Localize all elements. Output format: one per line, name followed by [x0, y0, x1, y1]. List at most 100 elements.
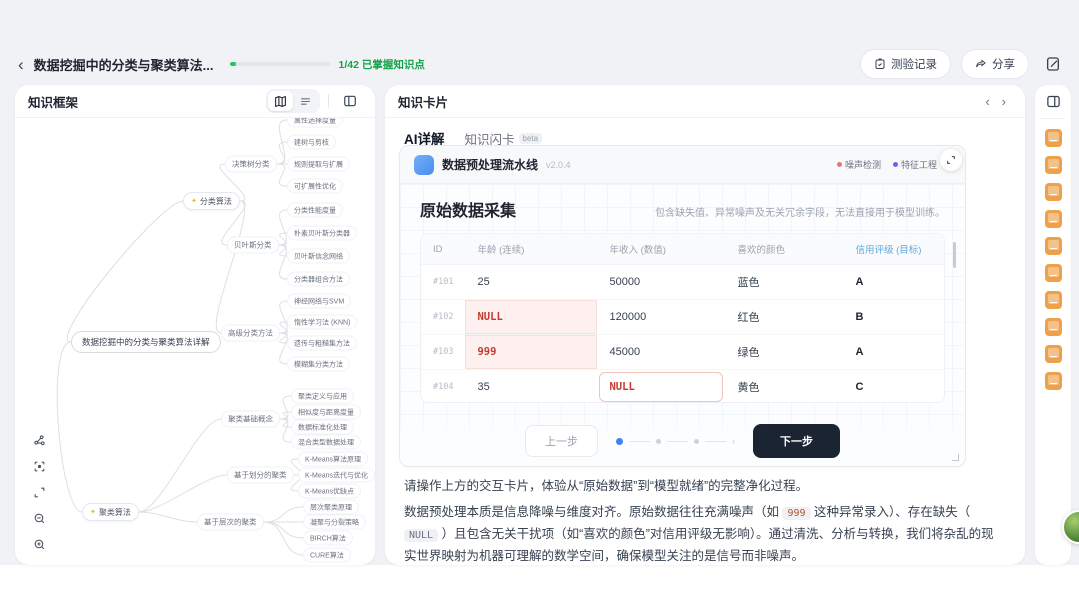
fullscreen-button[interactable] [33, 486, 46, 499]
mindmap-node-l11[interactable]: 遗传与粗糙集方法 [287, 336, 357, 351]
note-doc-icon[interactable] [1045, 210, 1062, 228]
mindmap-node-label: 朴素贝叶斯分类器 [294, 230, 350, 237]
resize-handle[interactable] [952, 454, 959, 461]
mindmap-node-label: 模糊集分类方法 [294, 361, 343, 368]
mindmap-node-l2[interactable]: 建树与剪枝 [287, 135, 336, 150]
mindmap-node-label: 基于层次的聚类 [204, 518, 257, 527]
zoom-out-button[interactable] [33, 512, 46, 525]
mindmap-node-l18[interactable]: K-Means迭代与优化 [298, 468, 375, 483]
mindmap-node-p3[interactable]: 高级分类方法 [221, 325, 280, 342]
mindmap-node-label: 基于划分的聚类 [234, 471, 287, 480]
note-doc-icon[interactable] [1045, 372, 1062, 390]
mindmap-node-l16[interactable]: 混合类型数据处理 [291, 435, 361, 450]
mindmap-node-label: 聚类定义与应用 [298, 393, 347, 400]
mindmap-node-l8[interactable]: 分类器组合方法 [287, 272, 350, 287]
mindmap-node-p6[interactable]: 基于层次的聚类 [197, 514, 264, 531]
prev-step-button[interactable]: 上一步 [525, 425, 598, 457]
section-row: 原始数据采集 包含缺失值、异常噪声及无关冗余字段，无法直接用于模型训练。 [420, 197, 945, 221]
mindmap-node-l23[interactable]: CURE算法 [303, 548, 351, 563]
topbar: ‹ 数据挖掘中的分类与聚类算法... 1/42 已掌握知识点 测验记录 分享 [0, 46, 1079, 82]
mindmap-node-l19[interactable]: K-Means优缺点 [298, 484, 361, 499]
mindmap-node-label: 数据挖掘中的分类与聚类算法详解 [82, 337, 210, 347]
expand-card-button[interactable] [940, 149, 962, 171]
note-doc-icon[interactable] [1045, 291, 1062, 309]
mindmap-node-label: CURE算法 [310, 552, 344, 559]
mindmap-node-p1[interactable]: 决策树分类 [225, 156, 277, 173]
table-row[interactable]: #10435NULL黄色C [421, 370, 944, 404]
mindmap-node-l21[interactable]: 凝聚与分裂策略 [303, 515, 366, 530]
mindmap-node-l15[interactable]: 数据标准化处理 [291, 420, 354, 435]
back-button[interactable]: ‹ [18, 56, 24, 73]
focus-button[interactable] [33, 460, 46, 473]
step-arrow[interactable]: › [732, 437, 735, 446]
mindmap-node-p5[interactable]: 基于划分的聚类 [227, 467, 294, 484]
mindmap-node-l7[interactable]: 贝叶斯信念网络 [287, 249, 350, 264]
raw-data-table[interactable]: ID年龄 (连续)年收入 (数值)喜欢的颜色信用评级 (目标) #1012550… [420, 233, 945, 403]
card-panel-title: 知识卡片 [398, 92, 448, 111]
next-step-button[interactable]: 下一步 [753, 424, 840, 458]
step-dot[interactable] [694, 439, 699, 444]
step-dot[interactable] [656, 439, 661, 444]
table-cell: NULL [597, 370, 725, 404]
share-button[interactable]: 分享 [961, 49, 1029, 79]
table-cell: 黄色 [725, 370, 843, 404]
framework-title: 知识框架 [28, 92, 78, 111]
note-doc-icon[interactable] [1045, 183, 1062, 201]
cell-value: 999 [477, 346, 496, 358]
mindmap-node-l17[interactable]: K-Means算法原理 [298, 452, 368, 467]
mindmap-node-l5[interactable]: 分类性能度量 [287, 203, 343, 218]
note-doc-icon[interactable] [1045, 129, 1062, 147]
mindmap-node-p2[interactable]: 贝叶斯分类 [227, 237, 279, 254]
list-icon [299, 95, 312, 108]
table-scrollbar[interactable] [953, 242, 956, 268]
note-doc-icon[interactable] [1045, 156, 1062, 174]
mindmap-node-l4[interactable]: 可扩展性优化 [287, 179, 343, 194]
mindmap-node-root[interactable]: 数据挖掘中的分类与聚类算法详解 [71, 331, 221, 353]
outline-view-button[interactable] [293, 91, 318, 111]
table-cell: A [843, 265, 944, 300]
table-cell: 50000 [597, 265, 725, 300]
mindmap-view-button[interactable] [268, 91, 293, 111]
zoom-in-button[interactable] [33, 538, 46, 551]
table-row[interactable]: #102NULL120000红色B [421, 300, 944, 335]
legend-label: 噪声检测 [845, 158, 881, 171]
note-doc-icon[interactable] [1045, 264, 1062, 282]
next-card-button[interactable]: › [996, 94, 1012, 109]
collapse-panel-button[interactable] [337, 91, 362, 111]
mindmap-node-l3[interactable]: 规则提取与扩展 [287, 157, 350, 172]
beta-badge: beta [519, 133, 543, 144]
mindmap-node-l20[interactable]: 层次聚类原理 [303, 500, 359, 515]
share-label: 分享 [992, 56, 1015, 72]
inline-code: 999 [782, 507, 810, 520]
mindmap-node-g2[interactable]: ✦聚类算法 [82, 503, 139, 521]
inline-code: NULL [404, 529, 438, 542]
note-doc-icon[interactable] [1045, 318, 1062, 336]
mindmap-node-l10[interactable]: 惰性学习法 (KNN) [287, 315, 357, 330]
table-row[interactable]: #1012550000蓝色A [421, 265, 944, 300]
prev-card-button[interactable]: ‹ [979, 94, 995, 109]
legend-dot [837, 162, 842, 167]
step-dot[interactable] [616, 438, 623, 445]
mindmap-node-l6[interactable]: 朴素贝叶斯分类器 [287, 226, 357, 241]
cell-value: 绿色 [737, 347, 759, 359]
layout-button[interactable] [33, 434, 46, 447]
mindmap-node-label: 可扩展性优化 [294, 183, 336, 190]
map-toolbar [33, 434, 46, 551]
mindmap-node-g1[interactable]: ✦分类算法 [183, 192, 240, 210]
cell-value: 35 [477, 381, 489, 393]
note-doc-icon[interactable] [1045, 345, 1062, 363]
table-row[interactable]: #10399945000绿色A [421, 335, 944, 370]
mindmap-node-l9[interactable]: 神经网络与SVM [287, 294, 351, 309]
mindmap-node-l13[interactable]: 聚类定义与应用 [291, 389, 354, 404]
mindmap-node-l22[interactable]: BIRCH算法 [303, 531, 353, 546]
mindmap-node-l12[interactable]: 模糊集分类方法 [287, 357, 350, 372]
cell-value: A [855, 346, 863, 358]
quiz-records-button[interactable]: 测验记录 [860, 49, 951, 79]
note-doc-icon[interactable] [1045, 237, 1062, 255]
mindmap-node-l14[interactable]: 相似度与距离度量 [291, 405, 361, 420]
rail-toggle-button[interactable] [1046, 94, 1061, 109]
mindmap-node-l1[interactable]: 属性选择度量 [287, 118, 343, 128]
mindmap-node-label: 高级分类方法 [228, 329, 273, 338]
mindmap-node-p4[interactable]: 聚类基础概念 [221, 411, 280, 428]
notebook-button[interactable] [1045, 56, 1061, 72]
